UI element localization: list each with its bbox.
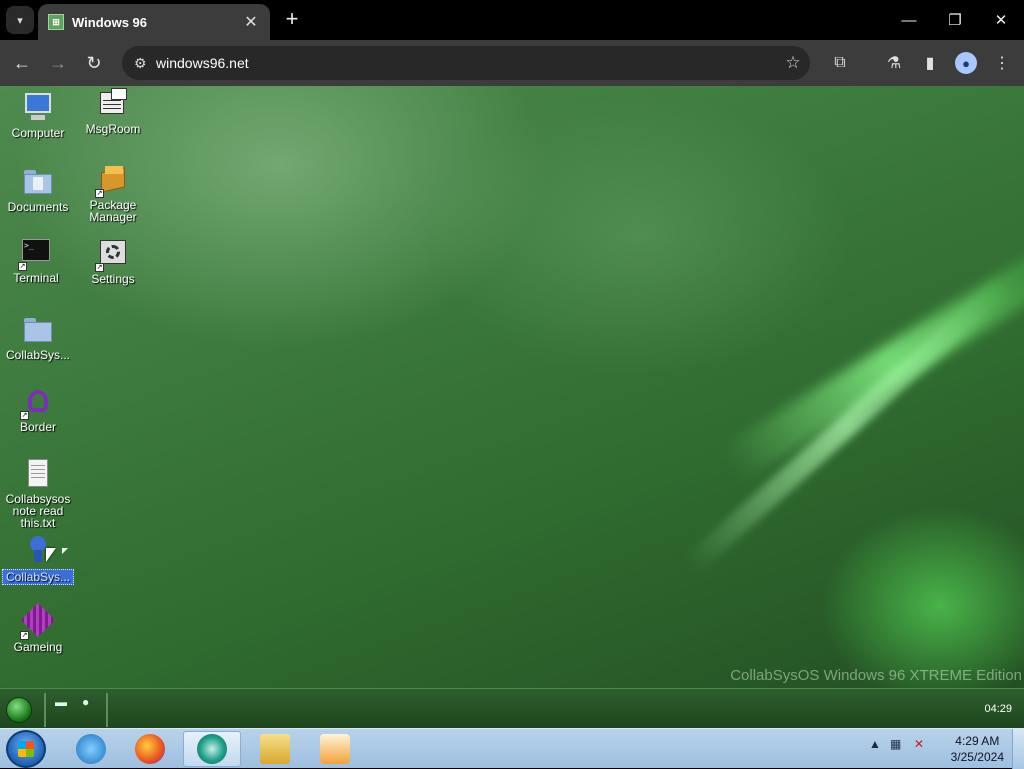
minimize-button[interactable]: — — [886, 0, 932, 40]
profile-avatar-icon[interactable]: ● — [955, 52, 977, 74]
firefox-icon[interactable] — [121, 731, 179, 767]
quicklaunch-folder-icon[interactable]: ▬ — [55, 695, 71, 711]
clock-time: 4:29 AM — [955, 734, 1000, 748]
windows7-start-button[interactable] — [6, 730, 46, 768]
quicklaunch-app-icon[interactable]: ● — [82, 695, 98, 711]
icon-label: MsgRoom — [85, 122, 141, 136]
folder-icon — [22, 166, 54, 198]
file-explorer-icon[interactable] — [246, 731, 304, 767]
browser-tab-strip: ▾ ⊞ Windows 96 ✕ + — ❐ ✕ — [0, 0, 1024, 40]
msgroom-icon — [97, 88, 129, 120]
os-watermark: CollabSysOS Windows 96 XTREME Edition — [730, 667, 1022, 684]
windows96-taskbar: ▬ ● 04:29 — [0, 688, 1024, 728]
windows96-clock: 04:29 — [984, 703, 1012, 715]
desktop-icon-gameing[interactable]: ↗ Gameing — [2, 603, 74, 654]
settings-gear-icon: ↗ — [95, 238, 129, 272]
computer-icon — [22, 92, 54, 124]
tab-title: Windows 96 — [72, 14, 148, 30]
windows96-desktop[interactable]: Computer Documents >_ ↗ Terminal CollabS… — [0, 86, 1024, 688]
labs-flask-icon[interactable]: ⚗ — [881, 50, 907, 76]
address-bar[interactable]: ⚙ windows96.net ☆ — [122, 46, 810, 80]
desktop-icon-collabsys-folder[interactable]: CollabSys... — [2, 314, 74, 361]
restore-button[interactable]: ❐ — [932, 0, 978, 40]
volume-muted-icon[interactable]: ✕ — [914, 737, 924, 751]
bookmark-star-icon[interactable]: ☆ — [776, 53, 810, 73]
browser-toolbar: ← → ↻ ⚙ windows96.net ☆ ⧉ ⚗ ▮ ● ⋮ — [0, 40, 1024, 86]
extensions-icon[interactable]: ⧉ — [827, 50, 853, 76]
desktop-icon-computer[interactable]: Computer — [2, 92, 74, 139]
text-file-icon — [22, 458, 54, 490]
desktop-icon-note-txt[interactable]: Collabsysos note read this.txt — [2, 458, 74, 529]
icon-label: Documents — [7, 200, 69, 214]
url-text: windows96.net — [156, 55, 249, 71]
menu-dots-icon[interactable]: ⋮ — [989, 50, 1015, 76]
desktop-icon-msgroom[interactable]: MsgRoom — [77, 88, 149, 135]
windows96-favicon-icon: ⊞ — [48, 14, 64, 30]
chrome-app-icon[interactable] — [183, 731, 241, 767]
network-icon[interactable]: ▦ — [890, 737, 901, 751]
media-player-icon[interactable] — [306, 731, 364, 767]
desktop-icon-terminal[interactable]: >_ ↗ Terminal — [0, 237, 72, 284]
desktop-icon-package-manager[interactable]: ↗ Package Manager — [77, 164, 149, 223]
taskbar-divider — [44, 693, 46, 727]
wallpaper-glow — [820, 506, 1024, 688]
tray-expand-icon[interactable]: ▲ — [869, 737, 881, 751]
icon-label: Gameing — [13, 640, 63, 654]
windows96-start-button[interactable] — [6, 697, 32, 723]
wallpaper-beam — [719, 247, 1024, 483]
tab-search-button[interactable]: ▾ — [6, 6, 34, 34]
desktop-icon-border[interactable]: ↗ Border — [2, 386, 74, 433]
icon-label: Collabsysos note read this.txt — [5, 492, 71, 530]
package-box-icon: ↗ — [95, 164, 129, 198]
icon-label: Settings — [91, 272, 135, 286]
reload-button[interactable]: ↻ — [81, 50, 107, 76]
border-app-icon: ↗ — [20, 386, 54, 420]
desktop-icon-collabsys-app[interactable]: CollabSys... — [1, 534, 75, 585]
close-window-button[interactable]: ✕ — [978, 0, 1024, 40]
forward-button[interactable]: → — [45, 50, 71, 76]
icon-label: CollabSys... — [5, 348, 71, 362]
internet-explorer-icon[interactable] — [62, 731, 120, 767]
taskbar-divider — [106, 693, 108, 727]
show-desktop-button[interactable] — [1012, 729, 1024, 769]
icon-label: Package Manager — [89, 198, 137, 224]
mouse-cursor-icon — [46, 548, 56, 562]
desktop-icon-settings[interactable]: ↗ Settings — [77, 238, 149, 285]
site-info-icon[interactable]: ⚙ — [134, 55, 156, 72]
clock-date: 3/25/2024 — [950, 750, 1004, 764]
system-clock[interactable]: 4:29 AM 3/25/2024 — [951, 733, 1004, 765]
terminal-icon: >_ ↗ — [18, 237, 52, 271]
new-tab-button[interactable]: + — [280, 8, 304, 32]
icon-label: Computer — [11, 126, 65, 140]
back-button[interactable]: ← — [9, 50, 35, 76]
icon-label-selected: CollabSys... — [1, 569, 75, 585]
icon-label: Terminal — [13, 271, 59, 285]
tab-close-icon[interactable]: ✕ — [242, 12, 260, 32]
folder-icon — [22, 314, 54, 346]
browser-tab[interactable]: ⊞ Windows 96 ✕ — [38, 4, 270, 40]
host-taskbar: ▲ ▦ ✕ 4:29 AM 3/25/2024 — [0, 728, 1024, 769]
icon-label: Border — [19, 420, 57, 434]
side-panel-icon[interactable]: ▮ — [917, 50, 943, 76]
game-cube-icon: ↗ — [20, 603, 55, 640]
desktop-icon-documents[interactable]: Documents — [2, 166, 74, 213]
